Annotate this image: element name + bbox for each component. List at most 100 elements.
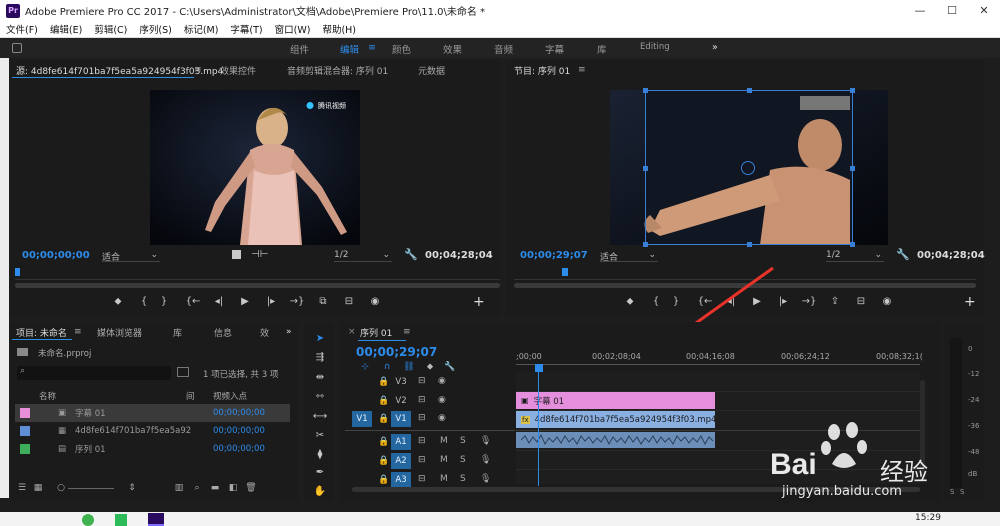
camera-icon[interactable]: ◉ <box>874 296 900 307</box>
track-target-a2[interactable]: A2 <box>391 453 411 469</box>
track-target-a3[interactable]: A3 <box>391 472 411 488</box>
transform-handle[interactable] <box>643 166 648 171</box>
label-color-swatch[interactable] <box>20 408 30 418</box>
col-rate[interactable]: 间 <box>186 390 195 402</box>
tab-project[interactable]: 项目: 未命名 <box>16 326 67 339</box>
list-item[interactable]: ▦ 4d8fe614f701ba7f5ea5a92 00;00;00;00 <box>15 422 290 440</box>
lift-icon[interactable]: ⇪ <box>822 296 848 307</box>
timeline-settings-icon[interactable]: 🔧 <box>440 362 460 372</box>
selection-tool-icon[interactable]: ➤ <box>312 333 328 347</box>
new-item-icon[interactable]: ◧ <box>224 483 242 493</box>
menu-window[interactable]: 窗口(W) <box>269 22 317 36</box>
extract-icon[interactable]: ⊟ <box>848 296 874 307</box>
insert-edit-icon[interactable]: ⊣⊢ <box>251 249 268 260</box>
workspace-titles[interactable]: 字幕 <box>545 42 564 56</box>
sync-lock-icon[interactable]: ⊟ <box>418 436 426 446</box>
track-target-a1[interactable]: A1 <box>391 434 411 450</box>
menu-title[interactable]: 字幕(T) <box>224 22 268 36</box>
hand-tool-icon[interactable]: ✋ <box>312 486 328 500</box>
source-zoom-scroll[interactable] <box>15 283 500 288</box>
menu-file[interactable]: 文件(F) <box>0 22 44 36</box>
solo-right-button[interactable]: S <box>960 488 964 496</box>
list-view-icon[interactable]: ☰ <box>14 483 30 493</box>
track-select-tool-icon[interactable]: ⇶ <box>312 352 328 366</box>
app-icon[interactable] <box>115 514 127 526</box>
title-clip[interactable]: ▣ 字幕 01 <box>516 392 715 409</box>
mark-out-icon[interactable]: } <box>154 296 174 307</box>
program-playhead[interactable] <box>562 268 568 276</box>
razor-tool-icon[interactable]: ✂ <box>312 430 328 444</box>
mic-icon[interactable]: 🎙 <box>480 474 491 484</box>
transform-handle[interactable] <box>850 166 855 171</box>
more-workspaces-icon[interactable]: » <box>712 42 718 53</box>
mark-in-icon[interactable]: { <box>646 296 666 307</box>
solo-button[interactable]: S <box>460 436 466 446</box>
timeline-tab-menu-icon[interactable]: ≡ <box>403 327 411 337</box>
camera-icon[interactable]: ◉ <box>362 296 388 307</box>
tab-effect-controls[interactable]: 效果控件 <box>220 64 256 77</box>
list-item[interactable]: ▤ 序列 01 00;00;00;00 <box>15 440 290 458</box>
add-button[interactable]: + <box>964 294 976 310</box>
source-timecode[interactable]: 00;00;00;00 <box>22 250 90 261</box>
lock-icon[interactable]: 🔒 <box>378 396 389 406</box>
sync-lock-icon[interactable]: ⊟ <box>418 474 426 484</box>
tab-audio-mixer[interactable]: 音频剪辑混合器: 序列 01 <box>287 64 388 77</box>
play-icon[interactable]: ▶ <box>232 296 258 307</box>
mic-icon[interactable]: 🎙 <box>480 455 491 465</box>
video-clip[interactable]: fx 4d8fe614f701ba7f5ea5a924954f3f03.mp4 … <box>516 411 715 428</box>
automate-sequence-icon[interactable]: ▥ <box>170 483 188 493</box>
tab-effects[interactable]: 效 <box>260 326 269 339</box>
step-back-icon[interactable]: ◂| <box>718 296 744 307</box>
menu-clip[interactable]: 剪辑(C) <box>88 22 133 36</box>
col-name[interactable]: 名称 <box>39 390 56 402</box>
transform-handle[interactable] <box>643 242 648 247</box>
add-marker-icon[interactable]: ⬥ <box>622 296 638 307</box>
tab-source[interactable]: 源: 4d8fe614f701ba7f5ea5a924954f3f03.mp4 <box>16 64 223 77</box>
track-target-v2[interactable]: V2 <box>391 393 411 409</box>
home-icon[interactable] <box>12 43 22 53</box>
icon-view-icon[interactable]: ▦ <box>30 483 46 493</box>
mute-button[interactable]: M <box>440 455 448 465</box>
tab-libraries[interactable]: 库 <box>173 326 182 339</box>
lock-icon[interactable]: 🔒 <box>378 377 389 387</box>
add-button[interactable]: + <box>473 294 485 310</box>
audio-clip[interactable] <box>516 432 715 448</box>
step-forward-icon[interactable]: |▸ <box>258 296 284 307</box>
insert-icon[interactable]: ⧉ <box>310 296 336 307</box>
workspace-editing[interactable]: 编辑 <box>340 42 359 56</box>
col-video-in[interactable]: 视频入点 <box>213 390 247 402</box>
project-search-input[interactable]: ⌕ <box>17 366 171 380</box>
track-target-v1[interactable]: V1 <box>391 411 411 427</box>
eye-icon[interactable]: ◉ <box>438 395 446 405</box>
mute-button[interactable]: M <box>440 474 448 484</box>
track-target-v3[interactable]: V3 <box>391 374 411 390</box>
transform-bounding-box[interactable] <box>643 88 855 247</box>
minimize-button[interactable]: — <box>904 0 936 21</box>
tab-metadata[interactable]: 元数据 <box>418 64 445 77</box>
maximize-button[interactable]: ☐ <box>936 0 968 21</box>
source-res-select[interactable]: 1/2 ⌄ <box>334 250 392 262</box>
timeline-ruler[interactable]: ;00;00 00;02;08;04 00;04;16;08 00;06;24;… <box>516 352 923 372</box>
mark-out-icon[interactable]: } <box>666 296 686 307</box>
solo-button[interactable]: S <box>460 474 466 484</box>
mute-button[interactable]: M <box>440 436 448 446</box>
source-patch-v1[interactable]: V1 <box>352 411 372 427</box>
export-frame-icon[interactable] <box>232 250 241 259</box>
wechat-icon[interactable] <box>82 514 94 526</box>
sync-lock-icon[interactable]: ⊟ <box>418 455 426 465</box>
transform-handle[interactable] <box>747 88 752 93</box>
label-color-swatch[interactable] <box>20 426 30 436</box>
workspace-assembly[interactable]: 组件 <box>290 42 309 56</box>
zoom-slider-icon[interactable]: ○ <box>54 483 68 493</box>
sync-lock-icon[interactable]: ⊟ <box>418 413 426 423</box>
rate-stretch-tool-icon[interactable]: ⟷ <box>312 411 328 425</box>
tab-media-browser[interactable]: 媒体浏览器 <box>97 326 142 339</box>
workspace-editing-en[interactable]: Editing <box>640 42 670 52</box>
premiere-taskbar-icon[interactable] <box>148 513 164 526</box>
program-fit-select[interactable]: 适合 ⌄ <box>600 250 658 263</box>
step-forward-icon[interactable]: |▸ <box>770 296 796 307</box>
go-to-out-icon[interactable]: →} <box>796 296 822 307</box>
menu-edit[interactable]: 编辑(E) <box>44 22 88 36</box>
go-to-out-icon[interactable]: →} <box>284 296 310 307</box>
source-fit-select[interactable]: 适合 ⌄ <box>102 250 160 263</box>
